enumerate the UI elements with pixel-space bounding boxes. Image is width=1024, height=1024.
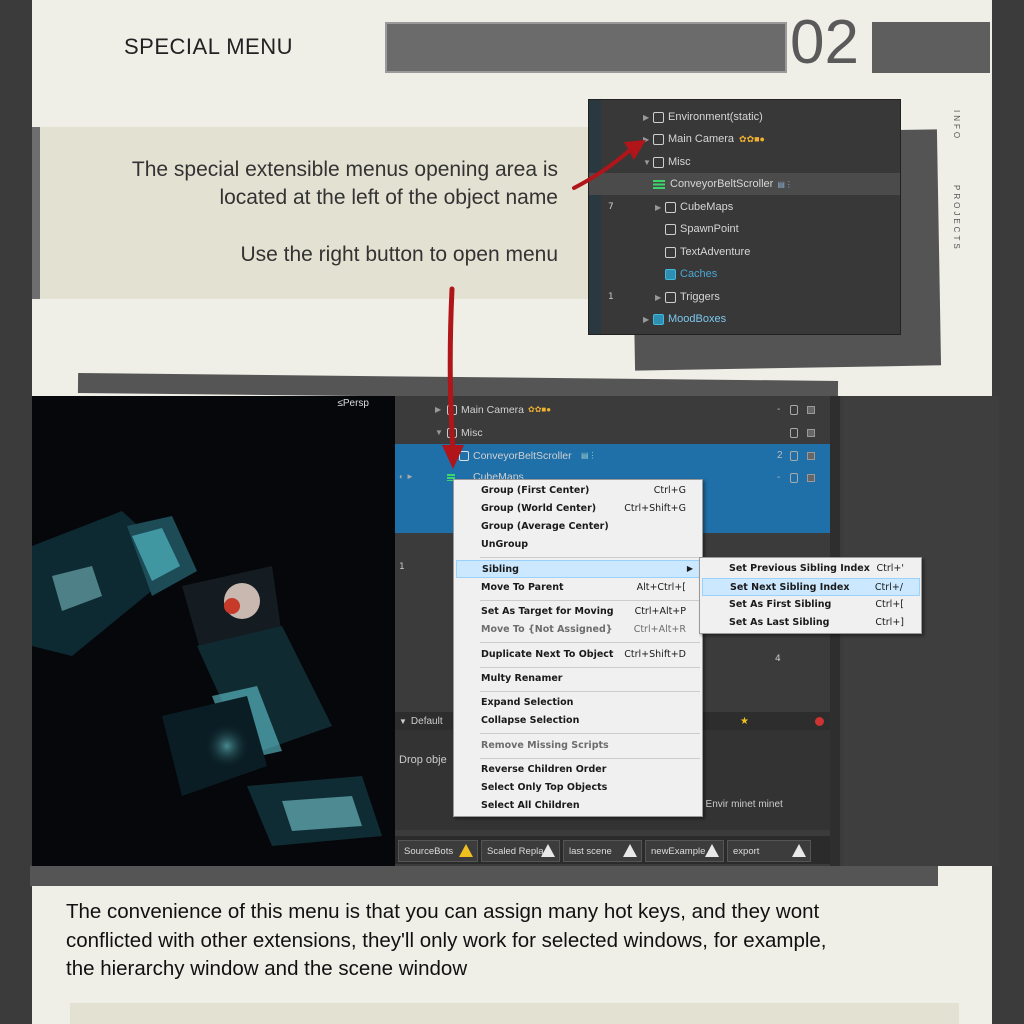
submenu-item[interactable]: Set As Last Sibling Ctrl+] [702, 614, 920, 632]
blue-cube-icon [653, 313, 664, 325]
scene-tab[interactable]: last scene [563, 840, 642, 862]
menu-item-disabled: Move To {Not Assigned} Ctrl+Alt+R [481, 624, 686, 635]
context-menu: Group (First Center) Ctrl+G Group (World … [453, 479, 703, 817]
footer-line-3: the hierarchy window and the scene windo… [66, 957, 468, 980]
cube-icon [665, 201, 676, 213]
persp-label[interactable]: ≤Persp [337, 398, 369, 409]
expand-arrow-icon[interactable]: ▶ [655, 293, 665, 302]
scene-render [32, 396, 395, 868]
hierarchy-item[interactable]: ▶ Environment(static) [589, 106, 900, 128]
menu-item-disabled: Remove Missing Scripts [481, 740, 609, 751]
expand-arrow-icon[interactable]: ▶ [643, 113, 653, 122]
row-number: 1 [399, 562, 405, 572]
screenshot-shadow [30, 866, 938, 886]
component-icons: ✿✿■● [739, 133, 765, 144]
menu-separator [480, 600, 700, 601]
visibility-icon[interactable] [790, 473, 798, 483]
left-border [0, 0, 32, 1024]
scene-tab[interactable]: export [727, 840, 811, 862]
page-title: SPECIAL MENU [124, 34, 294, 59]
cube-icon [665, 291, 676, 303]
submenu-item[interactable]: Set As First Sibling Ctrl+[ [702, 596, 920, 614]
submenu-arrow-icon: ▶ [686, 564, 693, 573]
menu-item[interactable]: Group (First Center) Ctrl+G [456, 482, 700, 500]
menu-item[interactable]: Group (Average Center) [456, 518, 700, 536]
component-icons: ✿✿■● [528, 405, 552, 414]
menu-separator [480, 667, 700, 668]
footer-line-2: conflicted with other extensions, they'l… [66, 928, 827, 952]
menu-item[interactable]: UnGroup [456, 536, 700, 554]
menu-item[interactable]: Set As Target for Moving Ctrl+Alt+P [456, 603, 700, 621]
blue-cube-icon [665, 268, 676, 280]
star-icon[interactable]: ★ [740, 716, 749, 727]
row-number: 4 [775, 654, 781, 664]
instruction-line-1: The special extensible menus opening are… [131, 158, 558, 181]
red-arrow-icon [572, 140, 646, 190]
hierarchy-item[interactable]: ▶ MoodBoxes [589, 308, 900, 330]
unity-logo-icon [459, 844, 473, 857]
scene-tab[interactable]: Scaled Repla [481, 840, 560, 862]
menu-item[interactable]: Collapse Selection [456, 712, 700, 730]
dropdown-arrow-icon[interactable]: ▼ [399, 717, 407, 726]
cube-icon [665, 246, 676, 258]
cube-icon [665, 223, 676, 235]
hierarchy-item[interactable]: SpawnPoint [589, 218, 900, 240]
expand-arrow-icon[interactable]: ▶ [655, 203, 665, 212]
menu-item[interactable]: Move To Parent Alt+Ctrl+[ [456, 579, 700, 597]
red-arrow-icon [442, 286, 464, 469]
instruction-line-2: located at the left of the object name [219, 186, 558, 209]
instruction-band [40, 127, 600, 299]
lock-icon[interactable] [807, 451, 815, 460]
side-tab-info: INFO [952, 110, 961, 142]
close-icon[interactable] [815, 716, 824, 726]
instruction-line-3: Use the right button to open menu [240, 243, 558, 266]
eye-icon[interactable]: ◐ ► [399, 472, 414, 481]
footer-line-1: The convenience of this menu is that you… [66, 900, 820, 923]
hierarchy-item[interactable]: TextAdventure [589, 241, 900, 263]
scene-view[interactable]: ≤Persp [32, 396, 395, 868]
menu-item[interactable]: Select Only Top Objects [456, 779, 700, 797]
visibility-icon[interactable] [790, 450, 798, 461]
visibility-icon[interactable] [790, 427, 798, 438]
menu-item[interactable]: Duplicate Next To Object Ctrl+Shift+D [456, 646, 700, 664]
menu-separator [480, 758, 700, 759]
menu-item[interactable]: Select All Children [456, 797, 700, 815]
menu-item[interactable]: Expand Selection [456, 694, 700, 712]
menu-item[interactable]: Multy Renamer [456, 670, 700, 688]
header-box [872, 22, 990, 73]
lock-icon[interactable] [807, 474, 815, 482]
footer-paragraph: The convenience of this menu is that you… [66, 898, 966, 984]
menu-item[interactable]: Group (World Center) Ctrl+Shift+G [456, 500, 700, 518]
hierarchy-item[interactable]: Caches [589, 263, 900, 285]
tag-icon: ▤⋮ [581, 451, 597, 460]
lock-icon[interactable] [807, 405, 815, 414]
side-tab-projects: PROJECTS [952, 185, 961, 252]
menu-item[interactable]: Reverse Children Order [456, 761, 700, 779]
menu-separator [480, 733, 700, 734]
unity-logo-icon [792, 844, 806, 857]
bottom-band [70, 1003, 959, 1024]
menu-separator [480, 691, 700, 692]
visibility-icon[interactable] [790, 404, 798, 415]
submenu-item-highlighted[interactable]: Set Next Sibling Index Ctrl+/ [702, 578, 920, 596]
scene-tab[interactable]: SourceBots [398, 840, 478, 862]
unity-logo-icon [705, 844, 719, 857]
menu-separator [480, 642, 700, 643]
drop-text: Drop obje [399, 754, 447, 766]
menu-separator [480, 557, 700, 558]
menu-item-sibling[interactable]: Sibling ▶ [456, 560, 700, 578]
scene-tab[interactable]: newExample [645, 840, 724, 862]
page-number: 02 [790, 8, 859, 77]
hierarchy-item[interactable]: ▶ Triggers [589, 286, 900, 308]
cube-icon [653, 111, 664, 123]
unity-logo-icon [541, 844, 555, 857]
submenu-item[interactable]: Set Previous Sibling Index Ctrl+' [702, 560, 920, 578]
header-bar [385, 22, 787, 73]
sibling-submenu: Set Previous Sibling Index Ctrl+' Set Nex… [699, 557, 922, 634]
tag-icon: ▤⋮ [777, 179, 793, 189]
breadcrumb[interactable]: el Envir minet minet [695, 799, 783, 810]
unity-logo-icon [623, 844, 637, 857]
lock-icon[interactable] [807, 428, 815, 437]
expand-arrow-icon[interactable]: ▶ [643, 315, 653, 324]
